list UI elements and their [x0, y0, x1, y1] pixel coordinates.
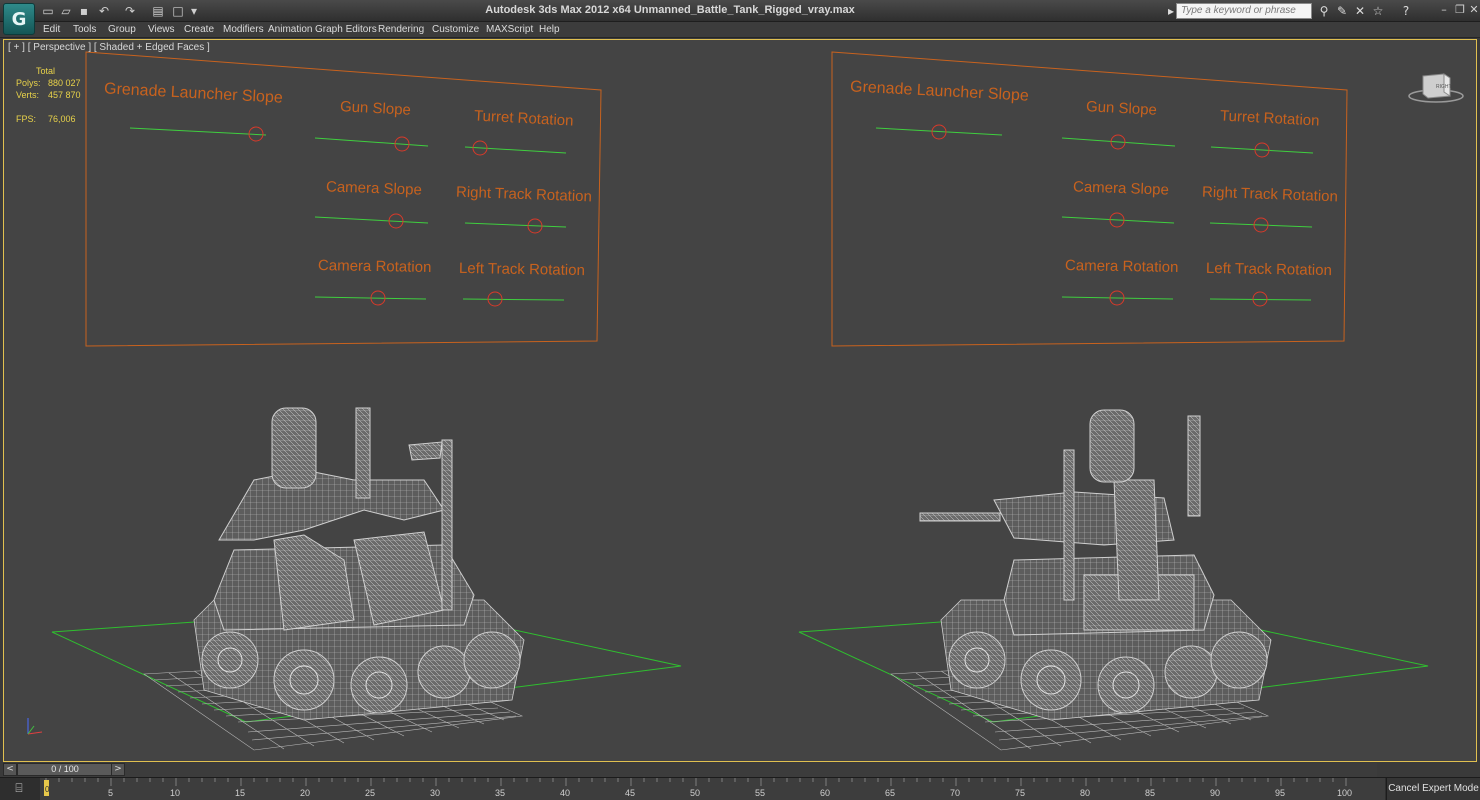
stats-verts-value: 457 870: [48, 90, 81, 100]
gun-slope-label: Gun Slope: [1085, 98, 1158, 119]
left-track-rotation-label: Left Track Rotation: [1205, 259, 1333, 280]
ruler-tick-label: 25: [365, 788, 375, 798]
ruler-tick-label: 100: [1337, 788, 1352, 798]
ruler-tick-label: 15: [235, 788, 245, 798]
camera-rotation-label: Camera Rotation: [1064, 257, 1179, 276]
ruler-tick-label: 20: [300, 788, 310, 798]
stats-polys-value: 880 027: [48, 78, 81, 88]
ruler-tick-label: 75: [1015, 788, 1025, 798]
menu-create[interactable]: Create: [184, 24, 214, 35]
ruler-tick-label: 30: [430, 788, 440, 798]
ruler-tick-label: 50: [690, 788, 700, 798]
window-title: Autodesk 3ds Max 2012 x64 Unmanned_Battl…: [485, 4, 855, 16]
cancel-expert-mode-button[interactable]: Cancel Expert Mode: [1386, 778, 1480, 800]
current-frame-marker-label: 0: [45, 785, 50, 794]
left-track-rotation-label: Left Track Rotation: [458, 259, 586, 280]
viewcube-face-label: RIGHT: [1436, 84, 1452, 90]
gun-slope-label: Gun Slope: [339, 98, 412, 119]
next-frame-button[interactable]: >: [111, 763, 125, 776]
stats-verts-label: Verts:: [16, 90, 40, 100]
stats-fps-label: FPS:: [16, 114, 37, 124]
time-slider-thumb[interactable]: 0 / 100: [17, 763, 113, 776]
camera-rotation-label: Camera Rotation: [317, 257, 432, 276]
ruler-tick-label: 45: [625, 788, 635, 798]
app-logo-icon[interactable]: G: [3, 3, 35, 35]
binoculars-icon[interactable]: ⚲: [1316, 3, 1332, 19]
ruler-tick-label: 5: [108, 788, 113, 798]
viewport-scene: [51, 51, 1429, 751]
camera-slope-label: Camera Slope: [325, 178, 423, 199]
ruler-tick-label: 90: [1210, 788, 1220, 798]
menu-views[interactable]: Views: [148, 24, 175, 35]
ruler-tick-label: 40: [560, 788, 570, 798]
minimize-button[interactable]: –: [1436, 2, 1452, 18]
previous-frame-button[interactable]: <: [3, 763, 17, 776]
menu-bar: Edit Tools Group Views Create Modifiers …: [0, 22, 1480, 38]
title-bar: ▭ ▱ ▪ ↶ ↷ ▤ □ ▾ Autodesk 3ds Max 2012 x6…: [0, 0, 1480, 22]
app-logo-glyph: G: [11, 8, 27, 30]
camera-slope-label: Camera Slope: [1072, 178, 1170, 199]
help-icon[interactable]: ?: [1398, 3, 1414, 19]
stats-fps-value: 76,006: [48, 114, 76, 124]
ruler-tick-label: 65: [885, 788, 895, 798]
track-bar: ⌸ 5 10 15 20 25 30 35 40 45 50 55 60 65 70 75 80 85 90 95 1…: [0, 777, 1480, 800]
communication-icon[interactable]: ✕: [1352, 3, 1368, 19]
viewport-label[interactable]: [ + ] [ Perspective ] [ Shaded + Edged F…: [8, 42, 210, 53]
menu-modifiers[interactable]: Modifiers: [223, 24, 264, 35]
menu-animation[interactable]: Animation: [268, 24, 312, 35]
menu-graph-editors[interactable]: Graph Editors: [315, 24, 377, 35]
ruler-tick-label: 80: [1080, 788, 1090, 798]
menu-edit[interactable]: Edit: [43, 24, 60, 35]
ruler-tick-label: 95: [1275, 788, 1285, 798]
favorites-star-icon[interactable]: ☆: [1370, 3, 1386, 19]
time-slider: < 0 / 100 >: [3, 763, 1377, 777]
mini-curve-editor-icon[interactable]: ⌸: [10, 781, 28, 797]
menu-customize[interactable]: Customize: [432, 24, 479, 35]
ruler-tick-label: 60: [820, 788, 830, 798]
stats-total-label: Total: [36, 66, 56, 76]
viewcube[interactable]: RIGHT: [1406, 70, 1466, 104]
stats-polys-label: Polys:: [16, 78, 41, 88]
app-window: ▭ ▱ ▪ ↶ ↷ ▤ □ ▾ Autodesk 3ds Max 2012 x6…: [0, 0, 1480, 800]
ruler-tick-label: 70: [950, 788, 960, 798]
ruler-tick-label: 35: [495, 788, 505, 798]
ruler-tick-label: 10: [170, 788, 180, 798]
search-input[interactable]: Type a keyword or phrase: [1176, 3, 1312, 19]
menu-help[interactable]: Help: [539, 24, 560, 35]
tank-left-model: [51, 407, 682, 751]
ruler-tick-label: 85: [1145, 788, 1155, 798]
perspective-viewport[interactable]: Grenade Launcher Slope Gun Slope Turret …: [3, 39, 1477, 762]
menu-rendering[interactable]: Rendering: [378, 24, 424, 35]
close-button[interactable]: ✕: [1466, 2, 1480, 18]
tools-icon[interactable]: ✎: [1334, 3, 1350, 19]
axis-tripod-icon: [18, 712, 48, 742]
ruler-tick-label: 55: [755, 788, 765, 798]
menu-maxscript[interactable]: MAXScript: [486, 24, 533, 35]
menu-tools[interactable]: Tools: [73, 24, 96, 35]
menu-group[interactable]: Group: [108, 24, 136, 35]
tank-right-model: [798, 409, 1429, 751]
frame-ruler[interactable]: 5 10 15 20 25 30 35 40 45 50 55 60 65 70 75 80 85 90 95 100…: [40, 778, 1385, 800]
